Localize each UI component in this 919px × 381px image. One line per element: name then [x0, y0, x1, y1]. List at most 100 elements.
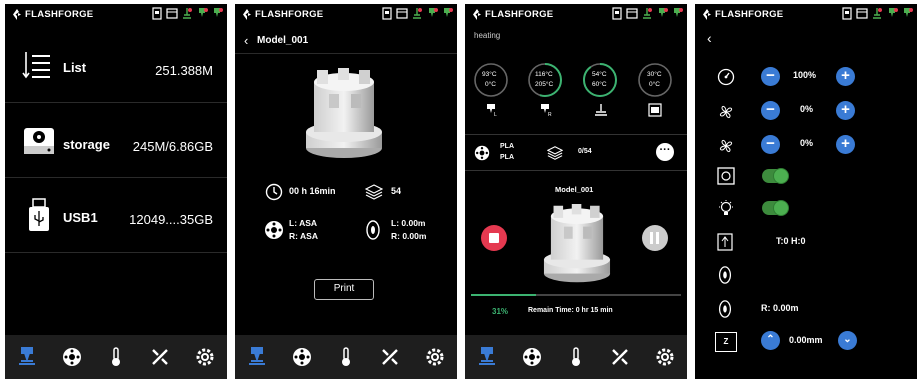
chamber-sensor-icon — [717, 233, 733, 251]
flashforge-logo-icon — [13, 9, 21, 20]
list-size: 251.388M — [155, 63, 213, 78]
pause-icon — [650, 232, 653, 244]
right-nozzle-icon: R — [541, 104, 552, 117]
thermometer-icon — [111, 347, 120, 366]
brand-logo: FLASHFORGE — [242, 9, 323, 20]
nav-tools[interactable] — [147, 344, 173, 370]
gauge-target-temp: 205°C — [535, 81, 554, 88]
nav-temperature[interactable] — [333, 344, 359, 370]
speed-increase-button[interactable]: + — [836, 67, 855, 86]
model-fan-icon — [719, 105, 733, 119]
stop-button[interactable] — [481, 225, 507, 251]
z-offset-down-button[interactable]: ⌄ — [838, 331, 857, 350]
usb-icon — [29, 198, 49, 231]
nav-print[interactable] — [474, 344, 500, 370]
left-nozzle-gauge[interactable] — [473, 62, 509, 98]
camera-status-icon — [166, 8, 178, 19]
fan2-increase-button[interactable]: + — [836, 135, 855, 154]
brand-name: FLASHFORGE — [255, 9, 324, 20]
light-toggle[interactable] — [762, 201, 788, 215]
air-filter-toggle[interactable] — [762, 169, 788, 183]
nav-filament[interactable] — [519, 344, 545, 370]
auxiliary-fan-icon — [719, 139, 733, 153]
nav-temperature[interactable] — [563, 344, 589, 370]
bottom-nav — [5, 335, 227, 379]
gauge-current-temp: 30°C — [647, 71, 662, 78]
door-status-icon — [612, 7, 622, 20]
model-preview-image — [543, 204, 611, 283]
thermometer-icon — [571, 347, 580, 366]
fan2-decrease-button[interactable]: − — [761, 135, 780, 154]
nav-print[interactable] — [14, 344, 40, 370]
extruder-left-status-icon — [199, 8, 208, 17]
back-chevron-icon[interactable]: ‹ — [244, 33, 248, 48]
filament-spool-icon — [522, 348, 541, 366]
extruder-left-status-icon — [889, 8, 898, 17]
filament-right-type: PLA — [500, 154, 514, 161]
right-nozzle-gauge[interactable] — [527, 62, 563, 98]
nav-settings[interactable] — [192, 344, 218, 370]
usb-row[interactable]: USB1 12049....35GB — [5, 178, 227, 253]
nav-filament[interactable] — [289, 344, 315, 370]
filament-spool-icon — [265, 221, 283, 239]
z-offset-icon: Z — [715, 332, 737, 352]
material-left: L: ASA — [289, 218, 318, 228]
z-offset-up-button[interactable]: ⌃ — [761, 331, 780, 350]
storage-row[interactable]: storage 245M/6.86GB — [5, 103, 227, 178]
usb-label: USB1 — [63, 210, 98, 225]
nav-tools[interactable] — [607, 344, 633, 370]
filament-length-icon — [718, 300, 732, 318]
back-chevron-icon[interactable]: ‹ — [707, 30, 712, 46]
chamber-icon — [648, 103, 662, 117]
flashforge-logo-icon — [703, 9, 711, 20]
usb-size: 12049....35GB — [129, 212, 213, 227]
chamber-gauge[interactable] — [637, 62, 673, 98]
more-options-button[interactable]: ··· — [656, 143, 674, 161]
print-nozzle-icon — [249, 347, 266, 365]
print-time: 00 h 16min — [289, 186, 336, 196]
brand-name: FLASHFORGE — [25, 9, 94, 20]
temp-humidity-value: T:0 H:0 — [776, 236, 806, 246]
brand-name: FLASHFORGE — [485, 9, 554, 20]
print-nozzle-icon — [19, 347, 36, 365]
nav-temperature[interactable] — [103, 344, 129, 370]
layers-icon — [547, 146, 563, 160]
camera-status-icon — [856, 8, 868, 19]
list-row[interactable]: List 251.388M — [5, 28, 227, 103]
storage-label: storage — [63, 137, 110, 152]
filament-sensor-icon — [718, 266, 732, 284]
printing-model-name: Model_001 — [555, 185, 594, 194]
filament-remaining-value: R: 0.00m — [761, 303, 799, 313]
print-button[interactable]: Print — [314, 279, 374, 300]
filament-length-icon — [366, 220, 380, 240]
heated-bed-icon — [595, 104, 607, 116]
nav-print[interactable] — [244, 344, 270, 370]
nav-filament[interactable] — [59, 344, 85, 370]
model-title: Model_001 — [257, 35, 309, 46]
gear-icon — [656, 348, 674, 366]
gauge-current-temp: 93°C — [482, 71, 497, 78]
bed-status-icon — [643, 8, 652, 19]
filament-spool-icon — [62, 348, 81, 366]
bed-gauge[interactable] — [582, 62, 618, 98]
door-status-icon — [152, 7, 162, 20]
layers-icon — [365, 184, 383, 200]
nav-settings[interactable] — [422, 344, 448, 370]
layer-progress: 0/54 — [578, 148, 592, 155]
pause-button[interactable] — [642, 225, 668, 251]
fan2-value: 0% — [800, 138, 814, 148]
fan1-increase-button[interactable]: + — [836, 101, 855, 120]
fan1-decrease-button[interactable]: − — [761, 101, 780, 120]
brand-logo: FLASHFORGE — [472, 9, 553, 20]
speed-decrease-button[interactable]: − — [761, 67, 780, 86]
filament-spool-icon — [474, 145, 490, 161]
tools-icon — [612, 349, 629, 365]
status-icons — [841, 7, 913, 20]
nav-settings[interactable] — [652, 344, 678, 370]
print-adjust-screen: FLASHFORGE ‹ − 100% + − 0% + − 0% + T:0 … — [695, 4, 917, 379]
bed-status-icon — [873, 8, 882, 19]
nav-tools[interactable] — [377, 344, 403, 370]
list-label: List — [63, 60, 87, 75]
extruder-right-status-icon — [214, 8, 223, 17]
status-bar: FLASHFORGE — [465, 4, 687, 26]
